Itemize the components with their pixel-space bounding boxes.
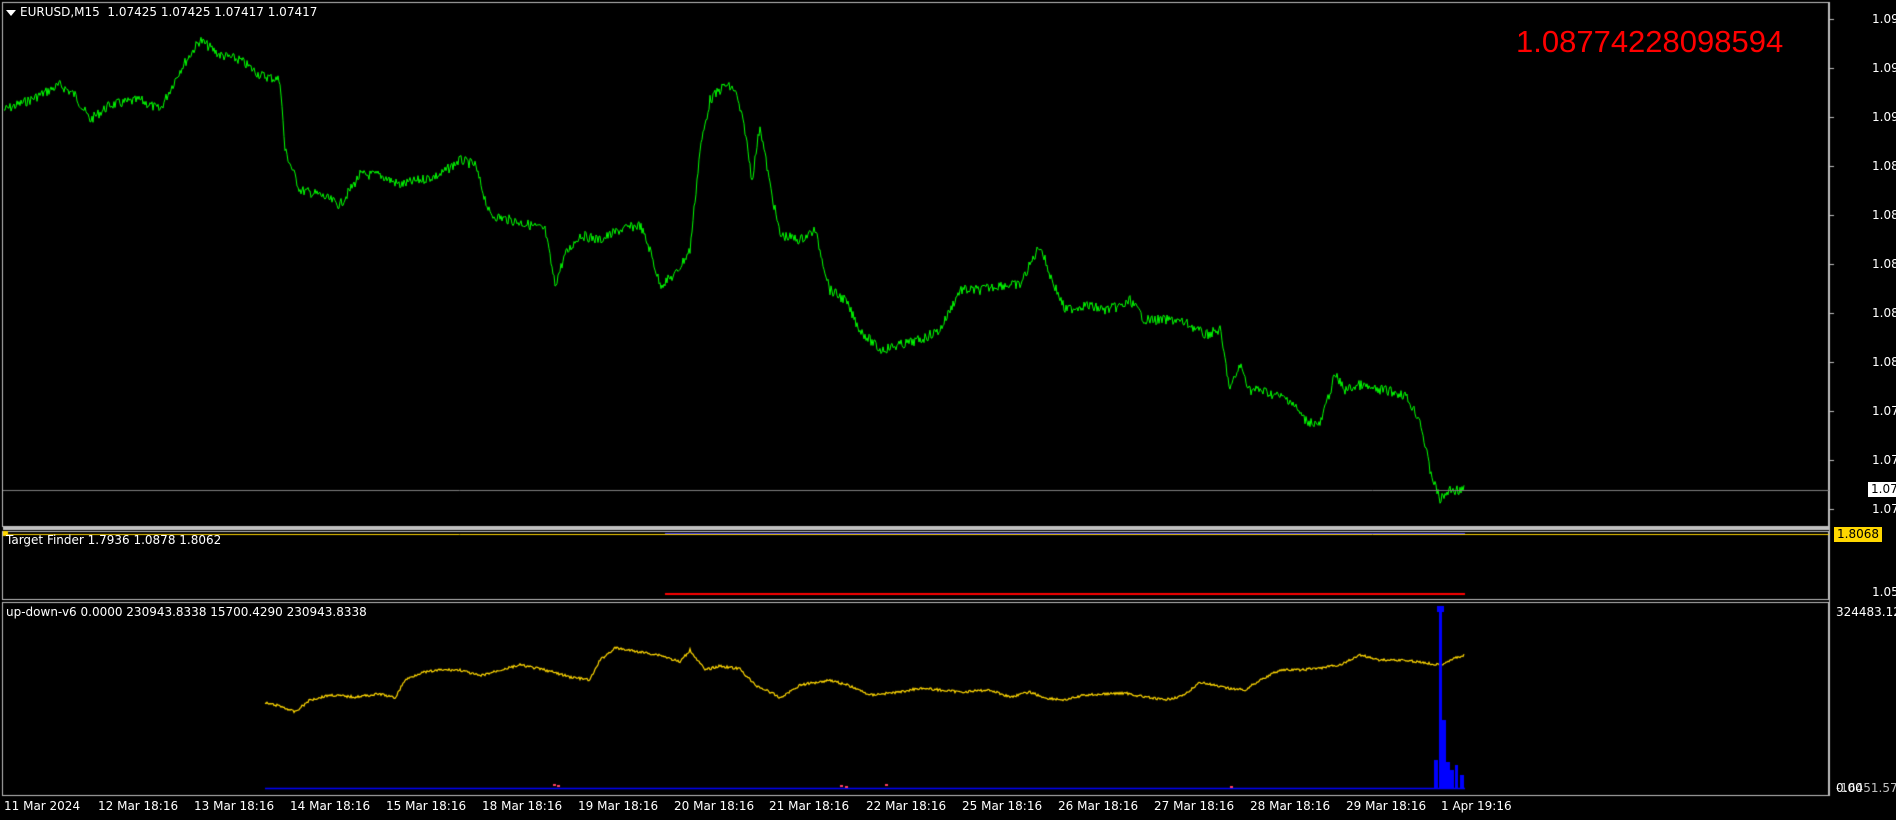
price-axis-label: 1.09680 xyxy=(1872,12,1896,26)
overlay-value: 1.08774228098594 xyxy=(1516,24,1784,59)
time-axis-label: 29 Mar 18:16 xyxy=(1346,799,1427,813)
time-axis-label: 15 Mar 18:16 xyxy=(386,799,467,813)
time-axis-label: 22 Mar 18:16 xyxy=(866,799,947,813)
time-axis-label: 25 Mar 18:16 xyxy=(962,799,1043,813)
current-price-tag: 1.07417 xyxy=(1868,482,1896,497)
time-axis-label: 13 Mar 18:16 xyxy=(194,799,275,813)
target-finder-header: Target Finder 1.7936 1.0878 1.8062 xyxy=(6,533,222,547)
price-axis-label: 1.07800 xyxy=(1872,404,1896,418)
time-axis-label: 27 Mar 18:16 xyxy=(1154,799,1235,813)
symbol-timeframe: EURUSD,M15 xyxy=(20,5,100,19)
time-axis-label: 14 Mar 18:16 xyxy=(290,799,371,813)
price-axis-label: 1.08505 xyxy=(1872,257,1896,271)
updown-header: up-down-v6 0.0000 230943.8338 15700.4290… xyxy=(6,605,367,619)
time-axis-label: 21 Mar 18:16 xyxy=(769,799,850,813)
time-axis-label: 18 Mar 18:16 xyxy=(482,799,563,813)
price-axis-label: 1.09210 xyxy=(1872,110,1896,124)
time-axis-label: 19 Mar 18:16 xyxy=(578,799,659,813)
time-axis-label: 20 Mar 18:16 xyxy=(674,799,755,813)
price-axis-label: 1.08740 xyxy=(1872,208,1896,222)
price-axis-label: 1.08975 xyxy=(1872,159,1896,173)
dropdown-triangle-icon[interactable] xyxy=(6,9,16,16)
price-axis-label: 1.07565 xyxy=(1872,453,1896,467)
main-chart-header: EURUSD,M15 1.07425 1.07425 1.07417 1.074… xyxy=(6,5,317,19)
time-axis-label: 26 Mar 18:16 xyxy=(1058,799,1139,813)
time-axis-label: 11 Mar 2024 xyxy=(4,799,81,813)
price-axis-label: 1.07330 xyxy=(1872,502,1896,516)
ohlc-values: 1.07425 1.07425 1.07417 1.07417 xyxy=(107,5,318,19)
price-axis-label: 1.08035 xyxy=(1872,355,1896,369)
updown-scale-low: 0.00 xyxy=(1836,781,1863,795)
updown-scale-high: 324483.12 xyxy=(1836,605,1896,619)
price-axis-label: 1.09445 xyxy=(1872,61,1896,75)
time-axis-label: 28 Mar 18:16 xyxy=(1250,799,1331,813)
price-axis-label: 1.08270 xyxy=(1872,306,1896,320)
time-axis-label: 12 Mar 18:16 xyxy=(98,799,179,813)
target-finder-scale-low: 1.0518 xyxy=(1872,585,1896,599)
chart-canvas[interactable] xyxy=(0,0,1896,820)
target-finder-value-tag: 1.8068 xyxy=(1834,527,1882,542)
time-axis-label: 1 Apr 19:16 xyxy=(1441,799,1512,813)
